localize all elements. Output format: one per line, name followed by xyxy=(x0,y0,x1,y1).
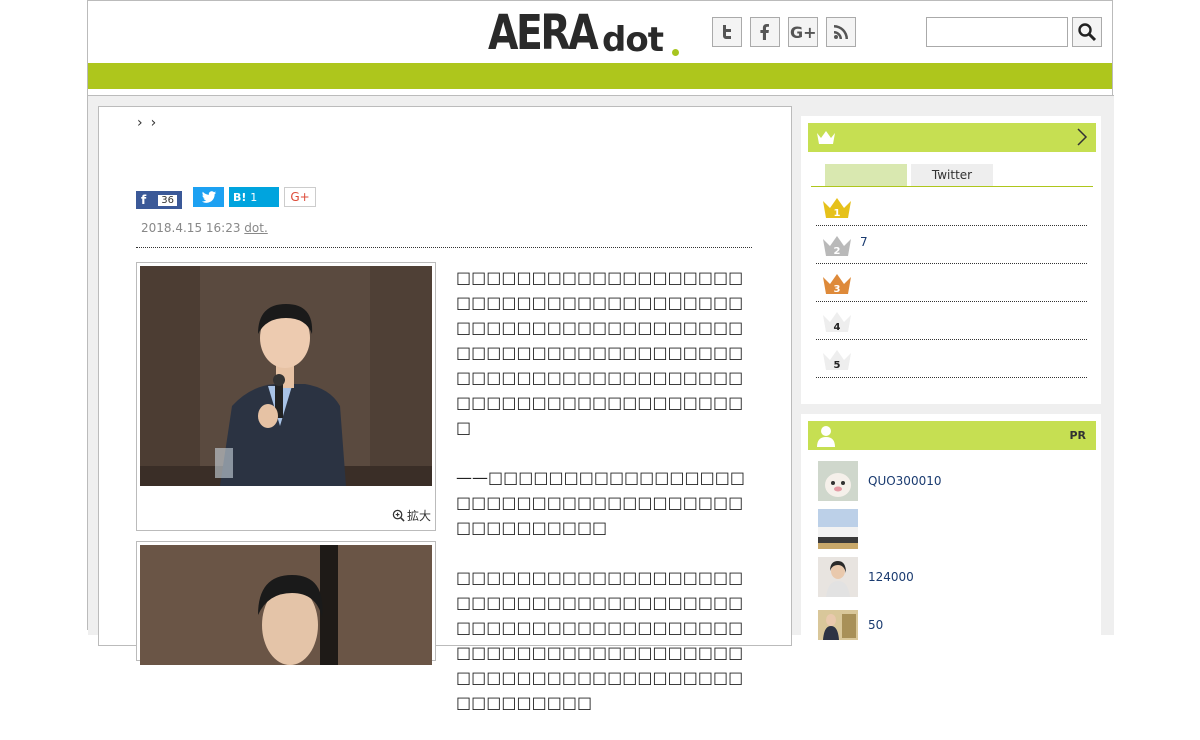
search-input[interactable] xyxy=(926,17,1068,47)
site-header: AERA dot G+ xyxy=(88,1,1112,63)
article-source-link[interactable]: dot. xyxy=(244,221,267,235)
svg-text:5: 5 xyxy=(834,360,841,371)
twitter-icon[interactable] xyxy=(712,17,742,47)
ranking-tabs: Twitter xyxy=(825,164,997,186)
ranking-header[interactable] xyxy=(808,123,1096,152)
ranking-item-text: 7 xyxy=(860,235,868,249)
ranking-item-1[interactable]: 1 xyxy=(816,188,1087,226)
article-date: 2018.4.15 16:23 xyxy=(141,221,241,235)
article-paragraph: ——□□□□□□□□□□□□□□□□□□□□□□□□□□□□□□□□□□□□□□… xyxy=(456,468,745,537)
article-dateline: 2018.4.15 16:23 dot. xyxy=(136,221,752,248)
pr-panel: PR QUO300010 124000 50 xyxy=(801,414,1101,654)
pr-item-3[interactable]: 124000 xyxy=(818,557,1088,597)
chevron-right-icon: › xyxy=(137,115,151,131)
pr-item-4[interactable]: 50 xyxy=(818,605,1088,640)
article-paragraph: □□□□□□□□□□□□□□□□□□□□□□□□□□□□□□□□□□□□□□□□… xyxy=(456,568,744,712)
chevron-right-icon: › xyxy=(150,115,165,131)
svg-text:4: 4 xyxy=(834,322,841,333)
twitter-share-button[interactable] xyxy=(193,187,224,207)
tab-access[interactable] xyxy=(825,164,907,186)
pr-thumbnail xyxy=(818,557,858,597)
pr-item-text: 124000 xyxy=(868,570,914,584)
content-area: ›› f 36 B! 1 G+ 2018.4.15 16:23 dot. 拡大 … xyxy=(88,95,1114,712)
chevron-right-icon xyxy=(1077,128,1088,146)
crown-icon: 5 xyxy=(823,350,851,371)
bronze-crown-icon: 3 xyxy=(823,274,851,295)
google-plus-icon[interactable]: G+ xyxy=(788,17,818,47)
page: AERA dot G+ ›› f 36 B! 1 G+ 2018.4.15 16… xyxy=(87,0,1114,712)
pr-item-2[interactable] xyxy=(818,509,1088,549)
facebook-icon: f xyxy=(141,193,147,207)
pr-label: PR xyxy=(1069,429,1086,442)
crown-icon: 4 xyxy=(823,312,851,333)
twitter-bird-icon xyxy=(201,190,216,203)
facebook-share-button[interactable]: f 36 xyxy=(136,191,182,209)
global-nav-bar xyxy=(88,63,1112,89)
article-main: ›› f 36 B! 1 G+ 2018.4.15 16:23 dot. 拡大 … xyxy=(98,106,792,712)
ranking-panel: Twitter 1 2 7 3 4 5 xyxy=(801,116,1101,404)
silver-crown-icon: 2 xyxy=(823,236,851,257)
google-plus-label: G+ xyxy=(290,190,310,204)
google-plus-share-button[interactable]: G+ xyxy=(284,187,316,207)
article-photo-2[interactable] xyxy=(136,541,436,665)
pr-thumbnail xyxy=(818,610,858,640)
gold-crown-icon: 1 xyxy=(823,198,851,219)
logo-dot-text: dot xyxy=(602,20,664,60)
svg-text:2: 2 xyxy=(834,246,841,257)
aera-dot-logo[interactable]: AERA dot xyxy=(488,5,683,61)
photo-press-conference xyxy=(140,266,432,486)
tab-underline xyxy=(811,186,1093,187)
zoom-in-icon xyxy=(392,509,405,522)
person-icon xyxy=(817,426,835,447)
tab-twitter[interactable]: Twitter xyxy=(911,164,993,186)
pr-thumbnail xyxy=(818,461,858,501)
logo-green-dot xyxy=(672,49,679,56)
ranking-item-4[interactable]: 4 xyxy=(816,302,1087,340)
hatena-bookmark-button[interactable]: B! 1 xyxy=(229,187,279,207)
photo-second xyxy=(140,545,432,665)
article-paragraph: □□□□□□□□□□□□□□□□□□□□□□□□□□□□□□□□□□□□□□□□… xyxy=(456,268,744,437)
ranking-item-2[interactable]: 2 7 xyxy=(816,226,1087,264)
svg-text:G+: G+ xyxy=(790,23,816,41)
pr-item-text: QUO300010 xyxy=(868,474,942,488)
facebook-share-count: 36 xyxy=(158,194,177,206)
ranking-item-5[interactable]: 5 xyxy=(816,340,1087,378)
svg-text:3: 3 xyxy=(834,284,841,295)
rss-icon[interactable] xyxy=(826,17,856,47)
article-photo-1[interactable]: 拡大 xyxy=(136,262,436,531)
svg-text:1: 1 xyxy=(834,208,841,219)
pr-thumbnail xyxy=(818,509,858,549)
hatena-count: 1 xyxy=(250,190,258,204)
logo-aera-text: AERA xyxy=(488,5,599,61)
hatena-label: B! xyxy=(233,190,247,204)
pr-item-1[interactable]: QUO300010 xyxy=(818,461,1088,501)
search-icon xyxy=(1078,23,1097,42)
zoom-label: 拡大 xyxy=(406,509,431,523)
facebook-icon[interactable] xyxy=(750,17,780,47)
breadcrumb: ›› xyxy=(137,115,164,131)
pr-header: PR xyxy=(808,421,1096,450)
crown-icon xyxy=(817,131,835,144)
article-body: □□□□□□□□□□□□□□□□□□□□□□□□□□□□□□□□□□□□□□□□… xyxy=(456,265,754,740)
zoom-link[interactable]: 拡大 xyxy=(392,507,431,524)
search-button[interactable] xyxy=(1072,17,1102,47)
ranking-item-3[interactable]: 3 xyxy=(816,264,1087,302)
